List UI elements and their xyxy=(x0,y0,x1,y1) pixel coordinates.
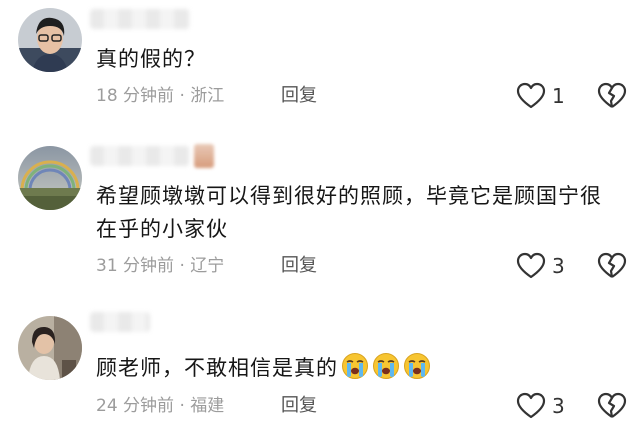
like-button[interactable]: 1 xyxy=(516,80,565,112)
like-button[interactable]: 3 xyxy=(516,250,565,282)
broken-heart-icon xyxy=(597,392,627,418)
comment-meta: 24 分钟前 · 福建 xyxy=(96,393,224,419)
loudly-crying-face-icon xyxy=(404,353,430,379)
like-count: 3 xyxy=(552,254,565,278)
comment-time: 18 分钟前 xyxy=(96,86,175,106)
avatar[interactable] xyxy=(18,146,82,210)
avatar[interactable] xyxy=(18,316,82,380)
user-badge xyxy=(194,144,214,168)
comment-item: 顾老师，不敢相信是真的 24 分钟前 · 福建 回复 3 xyxy=(0,308,638,443)
comment-region: 浙江 xyxy=(190,86,225,106)
comment-text: 希望顾墩墩可以得到很好的照顾，毕竟它是顾国宁很在乎的小家伙 xyxy=(96,184,602,241)
broken-heart-icon xyxy=(597,82,627,108)
comment-text-content: 顾老师，不敢相信是真的 xyxy=(96,356,338,380)
meta-separator: · xyxy=(174,86,191,106)
comment-text: 顾老师，不敢相信是真的 xyxy=(96,352,612,385)
comment-meta: 18 分钟前 · 浙江 xyxy=(96,83,224,109)
comment-meta: 31 分钟前 · 辽宁 xyxy=(96,253,224,279)
reply-button[interactable]: 回复 xyxy=(281,393,317,419)
like-count: 1 xyxy=(552,84,565,108)
username[interactable] xyxy=(90,9,190,29)
heart-icon xyxy=(516,252,546,279)
reply-button[interactable]: 回复 xyxy=(281,253,317,279)
comment-item: 希望顾墩墩可以得到很好的照顾，毕竟它是顾国宁很在乎的小家伙 31 分钟前 · 辽… xyxy=(0,140,638,300)
heart-icon xyxy=(516,82,546,109)
dislike-button[interactable] xyxy=(597,392,627,420)
dislike-button[interactable] xyxy=(597,82,627,110)
comment-item: 真的假的？ 18 分钟前 · 浙江 回复 1 xyxy=(0,0,638,120)
meta-separator: · xyxy=(174,396,191,416)
avatar[interactable] xyxy=(18,8,82,72)
comment-time: 24 分钟前 xyxy=(96,396,175,416)
loudly-crying-face-icon xyxy=(373,353,399,379)
heart-icon xyxy=(516,392,546,419)
emoji-group xyxy=(338,353,431,380)
like-count: 3 xyxy=(552,394,565,418)
reply-button[interactable]: 回复 xyxy=(281,83,317,109)
username[interactable] xyxy=(90,146,190,166)
username[interactable] xyxy=(90,312,150,332)
meta-separator: · xyxy=(174,256,191,276)
broken-heart-icon xyxy=(597,252,627,278)
comment-region: 福建 xyxy=(190,396,225,416)
loudly-crying-face-icon xyxy=(342,353,368,379)
dislike-button[interactable] xyxy=(597,252,627,280)
comment-text: 真的假的？ xyxy=(96,47,206,71)
comment-time: 31 分钟前 xyxy=(96,256,175,276)
like-button[interactable]: 3 xyxy=(516,390,565,422)
comment-region: 辽宁 xyxy=(190,256,225,276)
